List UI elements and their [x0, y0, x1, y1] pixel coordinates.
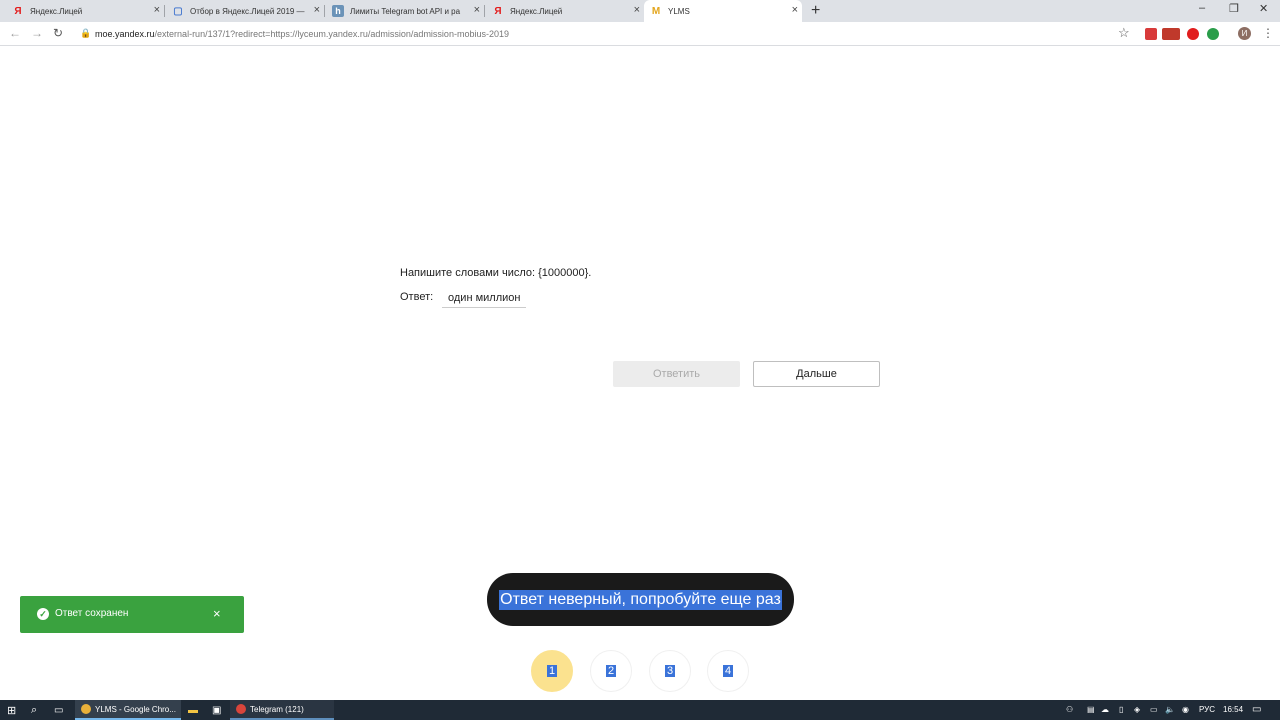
taskbar-app-telegram[interactable]: Telegram (121): [230, 700, 334, 720]
result-message: Ответ неверный, попробуйте еще раз: [499, 589, 782, 610]
close-window-icon[interactable]: ✕: [1259, 2, 1268, 15]
usb-icon[interactable]: ▯: [1119, 705, 1123, 714]
close-icon[interactable]: ×: [154, 5, 160, 16]
google-drive-icon[interactable]: [1207, 28, 1219, 40]
forward-icon[interactable]: →: [31, 26, 43, 40]
tab-telegram-limits[interactable]: h Лимиты Telegram bot API и ра ×: [326, 0, 485, 22]
browser-tray-icon[interactable]: ◉: [1182, 705, 1189, 714]
close-notification-icon[interactable]: ×: [213, 606, 221, 621]
new-tab-button[interactable]: +: [811, 2, 820, 20]
onedrive-icon[interactable]: ☁: [1101, 705, 1109, 714]
browser-toolbar: ← → ↻ 🔒 moe.yandex.ru/external-run/137/1…: [0, 22, 1280, 46]
reload-icon[interactable]: ↻: [53, 26, 63, 40]
store-icon[interactable]: ▣: [212, 700, 221, 720]
file-explorer-icon[interactable]: ▬: [188, 700, 198, 720]
minimize-icon[interactable]: –: [1199, 2, 1205, 14]
question-text: Напишите словами число: {1000000}.: [400, 267, 592, 279]
taskbar-app-chrome[interactable]: YLMS - Google Chro...: [75, 700, 181, 720]
tab-title: Яндекс.Лицей: [510, 6, 563, 16]
tab-title: Яндекс.Лицей: [30, 6, 83, 16]
yandex-icon: Я: [494, 5, 502, 17]
saved-message: Ответ сохранен: [55, 608, 129, 619]
yandex-icon: Я: [14, 5, 22, 17]
ylms-icon: M: [651, 5, 661, 17]
submit-answer-button[interactable]: Ответить: [613, 361, 740, 387]
tab-strip: Я Яндекс.Лицей × ▢ Отбор в Яндекс.Лицей …: [0, 0, 1280, 22]
next-button[interactable]: Дальше: [753, 361, 880, 387]
close-icon[interactable]: ×: [474, 5, 480, 16]
back-icon[interactable]: ←: [9, 26, 21, 40]
tab-separator: [484, 5, 485, 17]
tab-title: Лимиты Telegram bot API и ра: [350, 6, 461, 16]
page-number: 1: [546, 665, 558, 677]
page-button-4[interactable]: 4: [707, 650, 749, 692]
url-path: /external-run/137/1?redirect=https://lyc…: [154, 29, 509, 39]
page-number: 3: [664, 665, 676, 677]
page-button-3[interactable]: 3: [649, 650, 691, 692]
taskbar-app-label: YLMS - Google Chro...: [95, 704, 176, 714]
tray-app-icon[interactable]: ▤: [1087, 705, 1095, 714]
url-host: moe.yandex.ru: [95, 29, 155, 39]
address-bar[interactable]: moe.yandex.ru/external-run/137/1?redirec…: [95, 29, 509, 39]
result-toast: Ответ неверный, попробуйте еще раз: [487, 573, 794, 626]
saved-notification: ✓ Ответ сохранен ×: [20, 596, 244, 633]
page-number: 2: [605, 665, 617, 677]
volume-icon[interactable]: 🔈: [1165, 705, 1175, 714]
close-icon[interactable]: ×: [314, 5, 320, 16]
telegram-icon: [236, 704, 246, 714]
answer-label: Ответ:: [400, 291, 434, 303]
notifications-icon[interactable]: ▭: [1252, 704, 1261, 715]
clipboard-icon: ▢: [173, 5, 183, 17]
language-indicator[interactable]: РУС: [1199, 705, 1215, 714]
lock-icon: 🔒: [80, 28, 92, 38]
nvidia-icon[interactable]: ◈: [1134, 705, 1140, 714]
tab-title: YLMS: [668, 6, 690, 16]
page-button-2[interactable]: 2: [590, 650, 632, 692]
tab-separator: [324, 5, 325, 17]
tab-yandex-lyceum-2[interactable]: Я Яндекс.Лицей ×: [486, 0, 644, 22]
menu-icon[interactable]: ⋮: [1262, 26, 1274, 40]
task-view-icon[interactable]: ▭: [54, 700, 63, 720]
taskbar-app-label: Telegram (121): [250, 704, 304, 714]
windows-start-icon[interactable]: ⊞: [7, 700, 16, 720]
restore-icon[interactable]: ❐: [1229, 2, 1239, 15]
extension-wen-icon[interactable]: [1162, 28, 1180, 40]
people-icon[interactable]: ⚇: [1066, 705, 1073, 714]
bookmark-star-icon[interactable]: ☆: [1118, 25, 1130, 41]
tab-admission[interactable]: ▢ Отбор в Яндекс.Лицей 2019 — ×: [166, 0, 325, 22]
search-icon[interactable]: ⌕: [31, 700, 37, 720]
tab-title: Отбор в Яндекс.Лицей 2019 —: [190, 6, 305, 16]
check-circle-icon: ✓: [37, 608, 49, 620]
extension-video-icon[interactable]: [1145, 28, 1157, 40]
close-icon[interactable]: ×: [792, 5, 798, 16]
tab-separator: [164, 5, 165, 17]
profile-avatar[interactable]: И: [1238, 27, 1251, 40]
page-button-1[interactable]: 1: [531, 650, 573, 692]
clock[interactable]: 16:54: [1223, 705, 1243, 714]
tab-yandex-lyceum-1[interactable]: Я Яндекс.Лицей ×: [6, 0, 165, 22]
tab-ylms[interactable]: M YLMS ×: [644, 0, 802, 22]
close-icon[interactable]: ×: [634, 5, 640, 16]
answer-input[interactable]: [442, 288, 526, 308]
taskbar: ⊞ ⌕ ▭ YLMS - Google Chro... ▬ ▣ Telegram…: [0, 700, 1280, 720]
habr-icon: h: [332, 5, 344, 17]
chrome-icon: [81, 704, 91, 714]
network-icon[interactable]: ▭: [1150, 705, 1158, 714]
extension-opera-icon[interactable]: [1187, 28, 1199, 40]
page-number: 4: [722, 665, 734, 677]
